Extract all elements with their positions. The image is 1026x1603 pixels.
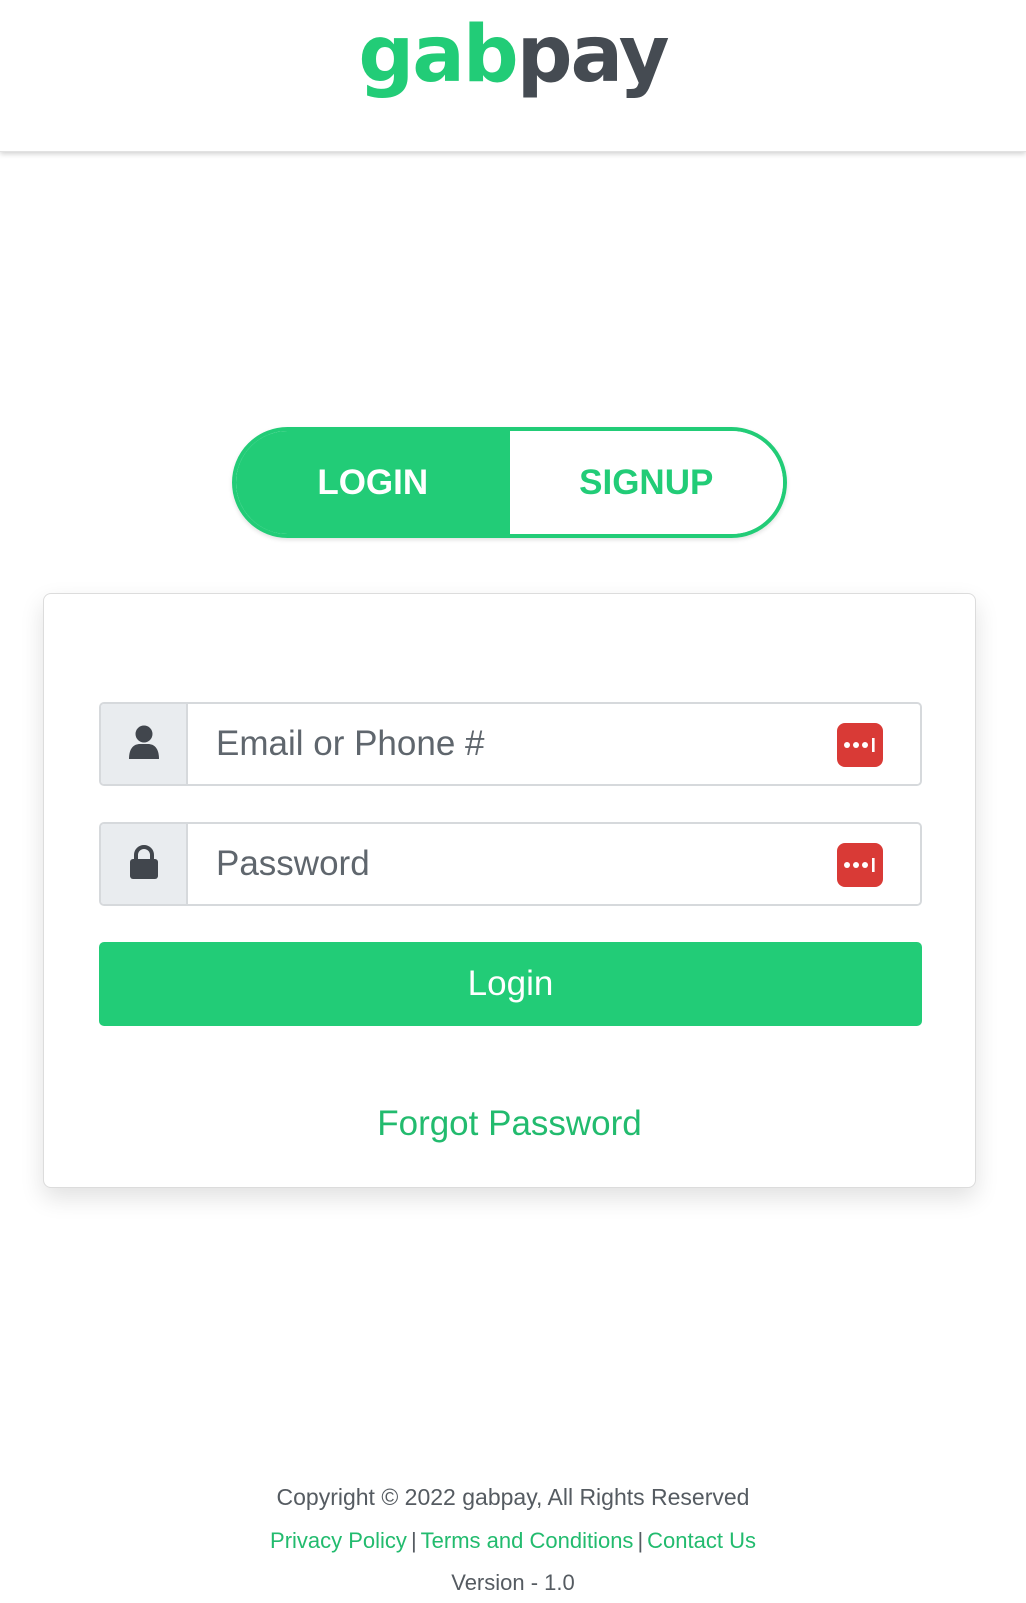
password-field-wrap (188, 824, 920, 904)
gabpay-logo[interactable]: gabpay (0, 16, 1026, 94)
logo-text-gab: gab (358, 10, 518, 100)
copyright-text: Copyright © 2022 gabpay, All Rights Rese… (276, 1484, 750, 1510)
user-icon (128, 724, 160, 765)
email-input-group (99, 702, 922, 786)
logo-text-pay: pay (516, 10, 670, 100)
footer-separator: | (637, 1528, 644, 1553)
password-input[interactable] (188, 824, 920, 904)
top-header: gabpay (0, 0, 1026, 152)
version-text: Version - 1.0 (451, 1570, 575, 1595)
login-submit-button[interactable]: Login (99, 942, 922, 1026)
forgot-password-link[interactable]: Forgot Password (44, 1104, 975, 1144)
contact-us-link[interactable]: Contact Us (647, 1528, 756, 1553)
email-or-phone-input[interactable] (188, 704, 920, 784)
password-manager-icon[interactable] (837, 723, 883, 767)
password-manager-icon[interactable] (837, 843, 883, 887)
login-card: Login Forgot Password (43, 593, 976, 1188)
email-field-wrap (188, 704, 920, 784)
signup-tab[interactable]: SIGNUP (509, 431, 783, 534)
footer-separator: | (410, 1528, 417, 1553)
privacy-policy-link[interactable]: Privacy Policy (270, 1528, 407, 1553)
lock-icon (128, 844, 160, 885)
password-addon (101, 824, 188, 904)
terms-and-conditions-link[interactable]: Terms and Conditions (421, 1528, 634, 1553)
footer-links: Privacy Policy | Terms and Conditions | Cont… (0, 1519, 1026, 1563)
login-tab[interactable]: LOGIN (236, 431, 510, 534)
email-addon (101, 704, 188, 784)
password-input-group (99, 822, 922, 906)
auth-mode-toggle: LOGIN SIGNUP (232, 427, 787, 538)
page-footer: Copyright © 2022 gabpay, All Rights Rese… (0, 1475, 1026, 1603)
